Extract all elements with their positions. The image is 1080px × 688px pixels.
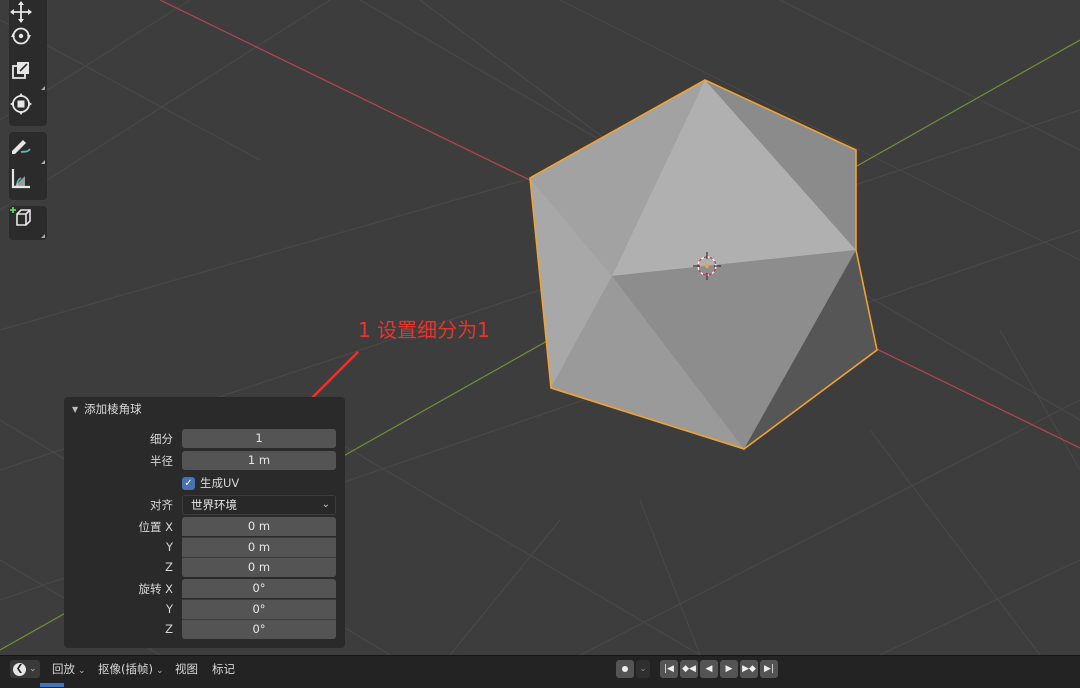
rotation-y-field[interactable]: 0°	[182, 599, 336, 619]
prev-keyframe-icon: ◆◀	[682, 664, 696, 674]
rotation-x-row: 旋转 X 0°	[64, 579, 345, 599]
panel-title: 添加棱角球	[84, 402, 142, 416]
chevron-down-icon: ⌄	[321, 499, 330, 510]
rotation-label: 旋转 X	[138, 582, 173, 596]
subdivisions-label: 细分	[150, 432, 173, 446]
rotation-z-field[interactable]: 0°	[182, 619, 336, 639]
auto-keying-button[interactable]	[616, 660, 634, 678]
keying-options-button[interactable]: ⌄	[636, 660, 650, 678]
annotation-text: 1 设置细分为1	[358, 318, 490, 342]
icosphere-mesh[interactable]	[529, 79, 878, 450]
transform-icon[interactable]	[9, 92, 47, 126]
add-cube-icon[interactable]	[9, 206, 47, 240]
jump-end-icon: ▶|	[764, 664, 774, 674]
add-tools-group	[9, 206, 47, 240]
annotate-icon[interactable]	[9, 132, 47, 166]
location-x-field[interactable]: 0 m	[182, 517, 336, 536]
chevron-down-icon: ⌄	[155, 666, 164, 676]
play-reverse-icon: ◀	[705, 664, 713, 674]
chevron-down-icon: ⌄	[29, 664, 37, 674]
add-icosphere-panel: ▼ 添加棱角球 细分 1 半径 1 m ✓ 生成UV 对齐 世界环境 ⌄ 位置 …	[64, 397, 345, 648]
subdivisions-row: 细分 1	[64, 429, 345, 449]
generate-uv-checkbox[interactable]: ✓	[182, 476, 195, 490]
playback-controls: ⌄ |◀ ◆◀ ◀ ▶ ▶◆ ▶|	[616, 659, 778, 679]
chevron-down-icon: ⌄	[78, 666, 86, 676]
clock-icon: ❮	[13, 662, 26, 676]
scroll-indicator[interactable]	[40, 683, 64, 687]
align-label: 对齐	[150, 498, 173, 512]
collapse-triangle-icon[interactable]: ▼	[72, 405, 78, 414]
record-icon	[622, 666, 628, 672]
play-button[interactable]: ▶	[720, 660, 738, 678]
radius-row: 半径 1 m	[64, 451, 345, 471]
rotation-y-row: Y 0°	[64, 599, 345, 619]
move-icon[interactable]	[9, 0, 47, 24]
scale-icon[interactable]	[9, 58, 47, 92]
tool-shelf	[9, 0, 47, 246]
playback-menu[interactable]: 回放 ⌄	[52, 656, 86, 682]
radius-field[interactable]: 1 m	[182, 451, 336, 470]
rotation-y-axis-label: Y	[165, 602, 173, 616]
align-row: 对齐 世界环境 ⌄	[64, 495, 345, 515]
marker-menu[interactable]: 标记	[212, 656, 235, 682]
play-reverse-button[interactable]: ◀	[700, 660, 718, 678]
view-menu[interactable]: 视图	[175, 656, 198, 682]
jump-start-button[interactable]: |◀	[660, 660, 678, 678]
play-icon: ▶	[725, 664, 733, 674]
timeline-header: ❮ ⌄ 回放 ⌄ 抠像(插帧) ⌄ 视图 标记 ⌄ |◀ ◆◀ ◀ ▶ ▶◆ ▶|	[0, 655, 1080, 688]
jump-start-icon: |◀	[664, 664, 674, 674]
annotate-tools-group	[9, 132, 47, 200]
rotation-x-field[interactable]: 0°	[182, 579, 336, 598]
next-keyframe-icon: ▶◆	[742, 664, 756, 674]
align-value: 世界环境	[191, 498, 237, 512]
location-x-row: 位置 X 0 m	[64, 517, 345, 537]
rotation-z-row: Z 0°	[64, 619, 345, 639]
subdivisions-field[interactable]: 1	[182, 429, 336, 448]
keying-menu[interactable]: 抠像(插帧) ⌄	[98, 656, 164, 682]
next-keyframe-button[interactable]: ▶◆	[740, 660, 758, 678]
expand-corner	[41, 234, 45, 238]
radius-label: 半径	[150, 454, 173, 468]
location-label: 位置 X	[138, 520, 173, 534]
align-dropdown[interactable]: 世界环境 ⌄	[182, 495, 336, 515]
chevron-down-icon: ⌄	[639, 664, 647, 674]
expand-corner	[41, 160, 45, 164]
measure-icon[interactable]	[9, 166, 47, 200]
generate-uv-label: 生成UV	[200, 476, 240, 490]
location-z-field[interactable]: 0 m	[182, 557, 336, 577]
prev-keyframe-button[interactable]: ◆◀	[680, 660, 698, 678]
rotation-z-axis-label: Z	[165, 622, 173, 636]
jump-end-button[interactable]: ▶|	[760, 660, 778, 678]
editor-type-button[interactable]: ❮ ⌄	[10, 660, 40, 678]
location-y-row: Y 0 m	[64, 537, 345, 557]
rotate-icon[interactable]	[9, 24, 47, 58]
location-y-axis-label: Y	[165, 540, 173, 554]
expand-corner	[41, 86, 45, 90]
location-z-row: Z 0 m	[64, 557, 345, 577]
panel-header[interactable]: ▼ 添加棱角球	[64, 397, 345, 421]
location-z-axis-label: Z	[165, 560, 173, 574]
transform-tools-group	[9, 0, 47, 126]
generate-uv-row[interactable]: ✓ 生成UV	[182, 474, 342, 492]
location-y-field[interactable]: 0 m	[182, 537, 336, 557]
